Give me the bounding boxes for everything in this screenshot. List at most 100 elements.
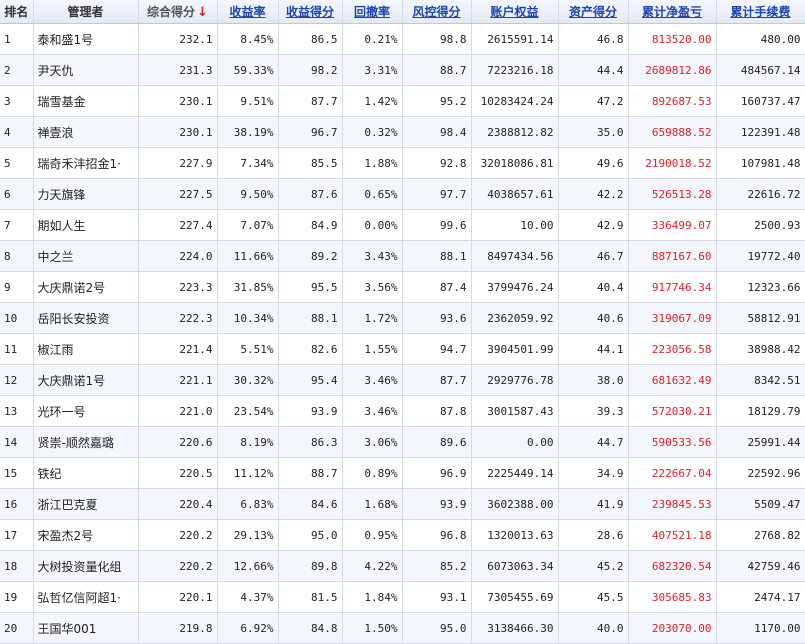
overall-score-cell: 224.0 — [138, 240, 218, 272]
table-row: 6 力天旗锋 227.5 9.50% 87.6 0.65% 97.7 4038657.61 42… — [0, 178, 805, 210]
manager-cell: 大庆鼎诺2号 — [33, 271, 139, 303]
table-row: 16 浙江巴克夏 220.4 6.83% 84.6 1.68% 93.9 3602388.00… — [0, 488, 805, 520]
asset-score-cell: 34.9 — [558, 457, 629, 489]
drawdown-rate-cell: 0.65% — [342, 178, 403, 210]
asset-score-cell: 44.4 — [558, 54, 629, 86]
overall-score-cell: 220.2 — [138, 550, 218, 582]
manager-cell: 光环一号 — [33, 395, 139, 427]
overall-score-cell: 219.8 — [138, 612, 218, 644]
return-score-cell: 86.3 — [278, 426, 343, 458]
cumulative-fees-cell: 58812.91 — [716, 302, 805, 334]
overall-score-cell: 227.5 — [138, 178, 218, 210]
risk-score-cell: 96.8 — [402, 519, 472, 551]
asset-score-cell: 45.5 — [558, 581, 629, 613]
cumulative-fees-cell: 480.00 — [716, 23, 805, 55]
cumulative-fees-cell: 2474.17 — [716, 581, 805, 613]
drawdown-rate-cell: 3.31% — [342, 54, 403, 86]
cumulative-net-pnl-cell: 682320.54 — [628, 550, 717, 582]
manager-cell: 大树投资量化组 — [33, 550, 139, 582]
drawdown-rate-cell: 0.89% — [342, 457, 403, 489]
overall-score-cell: 220.1 — [138, 581, 218, 613]
risk-score-cell: 88.1 — [402, 240, 472, 272]
header-overall-score[interactable]: 综合得分 ↓ — [138, 0, 218, 24]
rank-cell: 7 — [0, 209, 34, 241]
cumulative-net-pnl-cell: 239845.53 — [628, 488, 717, 520]
manager-cell: 中之兰 — [33, 240, 139, 272]
cumulative-fees-cell: 19772.40 — [716, 240, 805, 272]
header-asset-score[interactable]: 资产得分 — [558, 0, 629, 24]
header-manager: 管理者 — [33, 0, 139, 24]
table-row: 17 宋盈杰2号 220.2 29.13% 95.0 0.95% 96.8 1320013.6… — [0, 519, 805, 551]
return-score-cell: 84.8 — [278, 612, 343, 644]
sort-descending-icon[interactable]: ↓ — [197, 5, 208, 20]
overall-score-cell: 230.1 — [138, 85, 218, 117]
rank-cell: 18 — [0, 550, 34, 582]
overall-score-cell: 230.1 — [138, 116, 218, 148]
asset-score-cell: 40.0 — [558, 612, 629, 644]
manager-cell: 贤崇-顺然嘉璐 — [33, 426, 139, 458]
return-score-cell: 85.5 — [278, 147, 343, 179]
rank-cell: 5 — [0, 147, 34, 179]
overall-score-cell: 220.2 — [138, 519, 218, 551]
account-equity-cell: 2615591.14 — [471, 23, 559, 55]
cumulative-fees-cell: 122391.48 — [716, 116, 805, 148]
asset-score-cell: 45.2 — [558, 550, 629, 582]
manager-cell: 弘哲亿信阿超1· — [33, 581, 139, 613]
drawdown-rate-cell: 1.68% — [342, 488, 403, 520]
cumulative-net-pnl-cell: 2689812.86 — [628, 54, 717, 86]
header-label: 累计手续费 — [730, 5, 791, 19]
table-row: 2 尹天仇 231.3 59.33% 98.2 3.31% 88.7 7223216.18 44… — [0, 54, 805, 86]
cumulative-fees-cell: 2500.93 — [716, 209, 805, 241]
return-rate-cell: 5.51% — [217, 333, 279, 365]
header-label: 收益率 — [229, 5, 266, 19]
account-equity-cell: 8497434.56 — [471, 240, 559, 272]
table-row: 15 铁纪 220.5 11.12% 88.7 0.89% 96.9 2225449.14 34… — [0, 457, 805, 489]
header-label: 账户权益 — [490, 5, 539, 19]
header-label: 累计净盈亏 — [641, 5, 702, 19]
drawdown-rate-cell: 1.55% — [342, 333, 403, 365]
header-cumulative-net-pnl[interactable]: 累计净盈亏 — [628, 0, 717, 24]
return-score-cell: 89.8 — [278, 550, 343, 582]
header-cumulative-fees[interactable]: 累计手续费 — [716, 0, 805, 24]
cumulative-net-pnl-cell: 336499.07 — [628, 209, 717, 241]
asset-score-cell: 42.9 — [558, 209, 629, 241]
risk-score-cell: 95.0 — [402, 612, 472, 644]
overall-score-cell: 227.4 — [138, 209, 218, 241]
header-label: 风控得分 — [412, 5, 461, 19]
risk-score-cell: 87.4 — [402, 271, 472, 303]
manager-cell: 浙江巴克夏 — [33, 488, 139, 520]
rank-cell: 10 — [0, 302, 34, 334]
rank-cell: 20 — [0, 612, 34, 644]
drawdown-rate-cell: 1.88% — [342, 147, 403, 179]
account-equity-cell: 0.00 — [471, 426, 559, 458]
rank-cell: 8 — [0, 240, 34, 272]
return-rate-cell: 38.19% — [217, 116, 279, 148]
asset-score-cell: 46.7 — [558, 240, 629, 272]
overall-score-cell: 220.5 — [138, 457, 218, 489]
cumulative-fees-cell: 38988.42 — [716, 333, 805, 365]
return-rate-cell: 12.66% — [217, 550, 279, 582]
drawdown-rate-cell: 1.50% — [342, 612, 403, 644]
rank-cell: 3 — [0, 85, 34, 117]
drawdown-rate-cell: 3.56% — [342, 271, 403, 303]
risk-score-cell: 99.6 — [402, 209, 472, 241]
account-equity-cell: 7223216.18 — [471, 54, 559, 86]
cumulative-net-pnl-cell: 681632.49 — [628, 364, 717, 396]
drawdown-rate-cell: 1.72% — [342, 302, 403, 334]
header-account-equity[interactable]: 账户权益 — [471, 0, 559, 24]
overall-score-cell: 227.9 — [138, 147, 218, 179]
table-row: 8 中之兰 224.0 11.66% 89.2 3.43% 88.1 8497434.56 46… — [0, 240, 805, 272]
header-drawdown-rate[interactable]: 回撤率 — [342, 0, 403, 24]
return-score-cell: 84.9 — [278, 209, 343, 241]
header-return-score[interactable]: 收益得分 — [278, 0, 343, 24]
account-equity-cell: 2362059.92 — [471, 302, 559, 334]
drawdown-rate-cell: 0.32% — [342, 116, 403, 148]
risk-score-cell: 98.8 — [402, 23, 472, 55]
header-return-rate[interactable]: 收益率 — [217, 0, 279, 24]
cumulative-fees-cell: 107981.48 — [716, 147, 805, 179]
account-equity-cell: 10.00 — [471, 209, 559, 241]
return-rate-cell: 30.32% — [217, 364, 279, 396]
account-equity-cell: 3799476.24 — [471, 271, 559, 303]
header-risk-score[interactable]: 风控得分 — [402, 0, 472, 24]
account-equity-cell: 2388812.82 — [471, 116, 559, 148]
